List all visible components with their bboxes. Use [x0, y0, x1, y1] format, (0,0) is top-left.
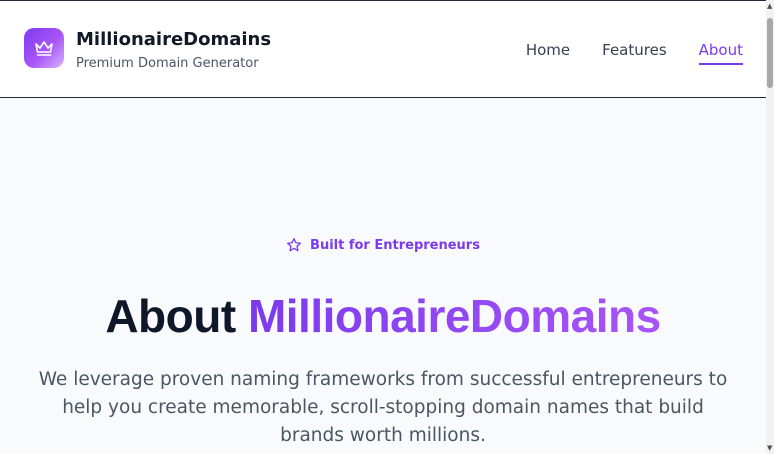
brand-name[interactable]: MillionaireDomains [76, 29, 271, 50]
star-icon [287, 238, 302, 252]
site-header: MillionaireDomains Premium Domain Genera… [0, 1, 766, 98]
scroll-down-arrow-icon[interactable]: ▼ [767, 445, 772, 452]
hero-badge: Built for Entrepreneurs [0, 237, 766, 253]
hero-badge-text: Built for Entrepreneurs [310, 237, 480, 253]
hero-description: We leverage proven naming frameworks fro… [38, 369, 728, 446]
nav-link-features[interactable]: Features [602, 41, 667, 65]
vertical-scrollbar[interactable]: ▲ ▼ [766, 0, 774, 454]
scrollbar-thumb[interactable] [767, 18, 773, 88]
page-viewport: MillionaireDomains Premium Domain Genera… [0, 0, 774, 454]
page-title-prefix: About [105, 290, 236, 342]
nav-link-about[interactable]: About [698, 41, 743, 65]
main-nav: Home Features About [526, 41, 743, 65]
logo[interactable] [24, 28, 64, 68]
nav-link-home[interactable]: Home [526, 41, 570, 65]
crown-icon [35, 41, 53, 56]
scroll-up-arrow-icon[interactable]: ▲ [767, 3, 772, 10]
brand-tagline: Premium Domain Generator [76, 56, 259, 71]
page-title-accent: MillionaireDomains [247, 290, 661, 342]
page-title: About MillionaireDomains [0, 289, 766, 343]
